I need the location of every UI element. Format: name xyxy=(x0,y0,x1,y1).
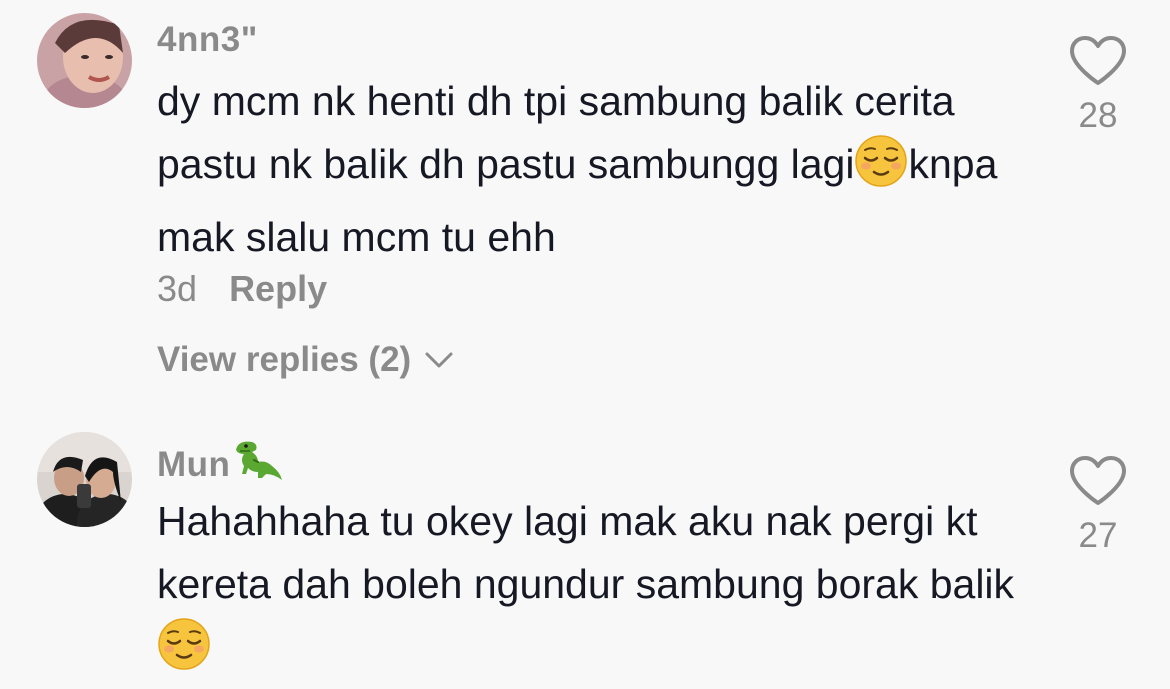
reply-button[interactable]: Reply xyxy=(229,268,327,309)
avatar[interactable] xyxy=(37,13,132,108)
comment-text: Hahahhaha tu okey lagi mak aku nak pergi… xyxy=(157,490,1017,689)
relieved-face-emoji xyxy=(854,134,908,206)
heart-outline-icon xyxy=(1068,35,1128,92)
avatar[interactable] xyxy=(37,432,132,527)
chevron-down-icon xyxy=(423,349,455,371)
like-button[interactable]: 27 xyxy=(1068,455,1128,556)
t-rex-emoji xyxy=(232,438,284,491)
view-replies-label: View replies (2) xyxy=(157,340,412,379)
comment-item: Mun Hahahhaha tu okey lagi mak aku nak p… xyxy=(0,410,1170,682)
like-button[interactable]: 28 xyxy=(1068,35,1128,136)
heart-outline-icon xyxy=(1068,455,1128,512)
comment-username[interactable]: Mun xyxy=(157,438,284,491)
view-replies-button[interactable]: View replies (2) xyxy=(157,340,455,380)
comment-text: dy mcm nk henti dh tpi sambung balik cer… xyxy=(157,78,998,260)
comment-meta: 3d Reply xyxy=(157,268,327,310)
like-count: 28 xyxy=(1078,96,1118,135)
like-count: 27 xyxy=(1078,516,1118,555)
relieved-face-emoji xyxy=(157,617,211,689)
comment-username[interactable]: 4nn3" xyxy=(157,20,258,60)
comment-time: 3d xyxy=(157,268,198,309)
comment-item: 4nn3" dy mcm nk henti dh tpi sambung bal… xyxy=(0,0,1170,410)
